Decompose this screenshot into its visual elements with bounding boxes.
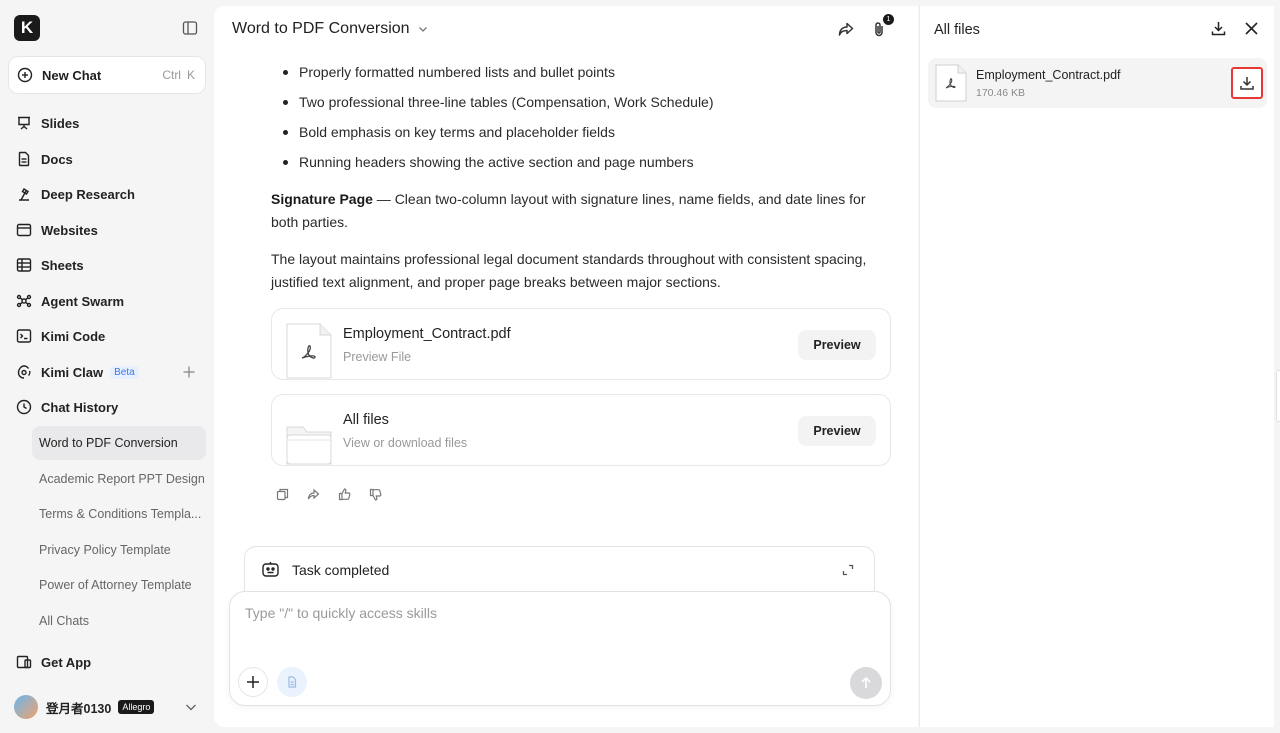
chevron-down-icon [417, 23, 429, 35]
file-name: All files [343, 412, 389, 428]
task-status-label: Task completed [292, 562, 390, 578]
input-placeholder: Type "/" to quickly access skills [245, 605, 438, 621]
signature-heading: Signature Page [271, 191, 373, 207]
task-status-bar[interactable]: Task completed [244, 546, 875, 592]
chat-input[interactable]: Type "/" to quickly access skills [229, 591, 891, 706]
close-icon[interactable] [1243, 20, 1260, 37]
plan-badge: Allegro [118, 700, 155, 714]
expand-icon[interactable] [842, 564, 854, 576]
list-item: Running headers showing the active secti… [283, 151, 891, 181]
sidebar-item-slides[interactable]: Slides [8, 106, 206, 140]
attachment-count-badge: 1 [883, 14, 894, 25]
signature-paragraph: Signature Page — Clean two-column layout… [271, 191, 866, 230]
folder-icon [286, 409, 332, 465]
table-icon [16, 257, 32, 273]
list-item: Properly formatted numbered lists and bu… [283, 61, 891, 91]
docs-skill-button[interactable] [277, 667, 307, 697]
shortcut-ctrl: Ctrl [162, 68, 181, 82]
share-icon[interactable] [307, 488, 320, 501]
assistant-message: Properly formatted numbered lists and bu… [271, 61, 891, 294]
chat-main: Word to PDF Conversion 1 Properly format… [214, 6, 918, 727]
sidebar-item-agent-swarm[interactable]: Agent Swarm [8, 284, 206, 318]
swarm-icon [16, 293, 32, 309]
user-menu[interactable]: 登月者0130 Allegro [14, 694, 204, 720]
panel-resize-handle[interactable] [1276, 370, 1280, 422]
document-icon [16, 151, 32, 167]
list-item: Bold emphasis on key terms and placehold… [283, 121, 891, 151]
thumbs-up-icon[interactable] [338, 488, 351, 501]
file-subtitle: Preview File [343, 350, 412, 364]
download-all-icon[interactable] [1210, 20, 1227, 37]
terminal-icon [16, 328, 32, 344]
sidebar-item-deep-research[interactable]: Deep Research [8, 177, 206, 211]
sidebar-item-chat-history[interactable]: Chat History [8, 390, 206, 424]
kimi-logo[interactable]: K [14, 15, 40, 41]
download-icon[interactable] [1231, 67, 1263, 99]
all-chats-link[interactable]: All Chats [32, 604, 206, 638]
clock-icon [16, 399, 32, 415]
presentation-icon [16, 115, 32, 131]
avatar [14, 695, 38, 719]
new-chat-label: New Chat [42, 67, 102, 83]
history-item[interactable]: Terms & Conditions Templa... [32, 497, 206, 531]
layout-paragraph: The layout maintains professional legal … [271, 251, 867, 290]
browser-icon [16, 222, 32, 238]
new-chat-button[interactable]: New Chat Ctrl K [8, 56, 206, 94]
message-actions [276, 488, 382, 501]
sidebar-item-docs[interactable]: Docs [8, 142, 206, 176]
beta-badge: Beta [110, 365, 139, 379]
bullet-list: Properly formatted numbered lists and bu… [283, 61, 891, 181]
file-name: Employment_Contract.pdf [976, 68, 1121, 82]
history-item[interactable]: Privacy Policy Template [32, 533, 206, 567]
claw-icon [16, 364, 32, 380]
preview-button[interactable]: Preview [798, 330, 876, 360]
send-button[interactable] [850, 667, 882, 699]
chevron-down-icon[interactable] [184, 700, 198, 714]
thumbs-down-icon[interactable] [369, 488, 382, 501]
history-item[interactable]: Power of Attorney Template [32, 568, 206, 602]
pdf-file-icon [286, 323, 332, 379]
copy-icon[interactable] [276, 488, 289, 501]
sidebar-item-websites[interactable]: Websites [8, 213, 206, 247]
sidebar-item-kimi-claw[interactable]: Kimi Claw Beta [8, 355, 206, 389]
panel-file-item[interactable]: Employment_Contract.pdf 170.46 KB [928, 58, 1267, 108]
file-subtitle: View or download files [343, 436, 468, 450]
share-icon[interactable] [837, 20, 855, 38]
shortcut-key: K [186, 68, 195, 82]
plus-circle-icon [17, 67, 33, 83]
file-card-pdf[interactable]: Employment_Contract.pdf Preview File Pre… [271, 308, 891, 380]
file-name: Employment_Contract.pdf [343, 326, 511, 342]
pdf-file-icon [935, 64, 967, 102]
sidebar-toggle-icon[interactable] [182, 20, 198, 36]
list-item: Two professional three-line tables (Comp… [283, 91, 891, 121]
add-claw-icon[interactable] [182, 365, 196, 379]
file-size: 170.46 KB [976, 87, 1026, 99]
sidebar-item-kimi-code[interactable]: Kimi Code [8, 319, 206, 353]
devices-icon [16, 654, 32, 670]
files-panel: All files Employment_Contract.pdf 170.46… [919, 6, 1274, 727]
file-card-all-files[interactable]: All files View or download files Preview [271, 394, 891, 466]
sidebar: K New Chat Ctrl K Slides Docs Deep Resea… [0, 0, 213, 733]
chat-title[interactable]: Word to PDF Conversion [232, 20, 429, 38]
preview-button[interactable]: Preview [798, 416, 876, 446]
get-app-button[interactable]: Get App [8, 645, 206, 679]
user-name: 登月者0130 [46, 701, 112, 716]
history-item[interactable]: Word to PDF Conversion [32, 426, 206, 460]
add-attachment-button[interactable] [238, 667, 268, 697]
sidebar-item-sheets[interactable]: Sheets [8, 248, 206, 282]
history-item[interactable]: Academic Report PPT Design [32, 462, 206, 496]
panel-title: All files [934, 22, 980, 38]
research-icon [16, 186, 32, 202]
robot-icon [261, 561, 280, 580]
